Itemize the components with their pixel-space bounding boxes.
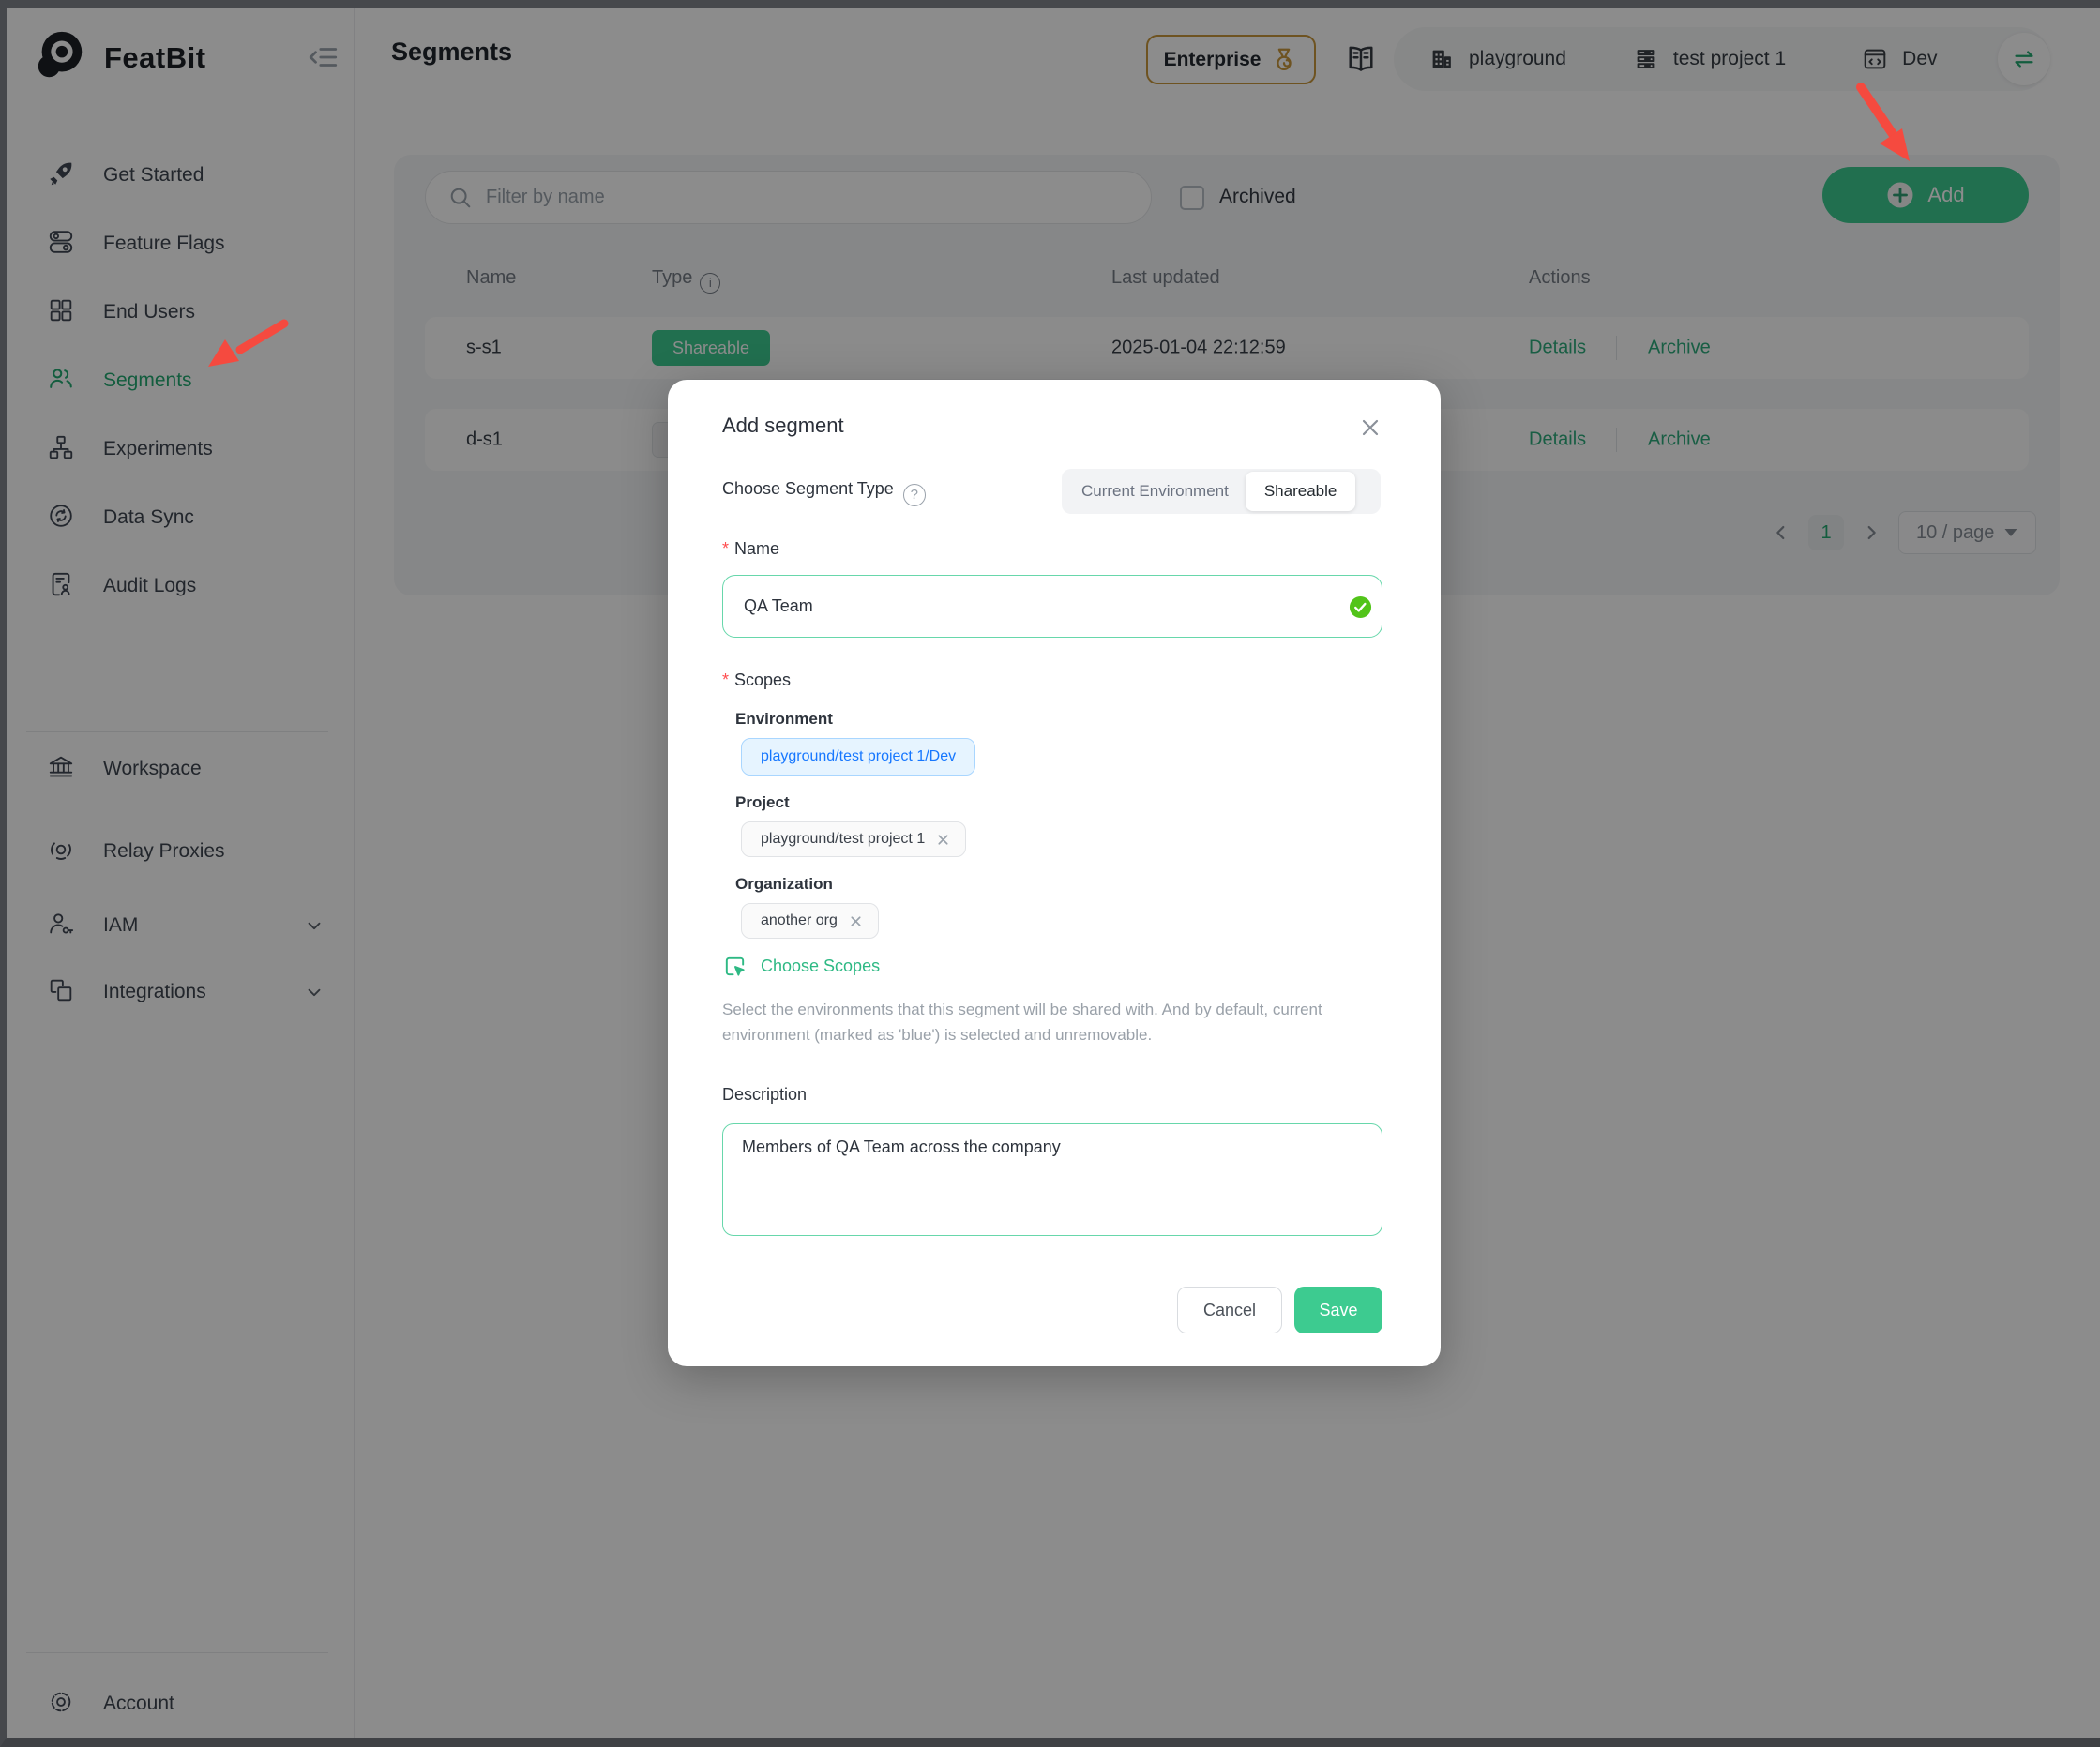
project-scope-tag: playground/test project 1 <box>741 821 966 857</box>
segment-name-input[interactable] <box>722 575 1382 638</box>
name-field-label: *Name <box>722 539 779 559</box>
organization-scope-label: Organization <box>735 875 833 894</box>
description-textarea[interactable]: Members of QA Team across the company <box>722 1123 1382 1236</box>
description-field-label: Description <box>722 1085 807 1105</box>
scopes-help-text: Select the environments that this segmen… <box>722 997 1379 1047</box>
choose-scopes-icon <box>722 954 748 979</box>
segment-type-toggle: Current Environment Shareable <box>1062 469 1381 514</box>
remove-tag-icon[interactable] <box>849 914 863 928</box>
segment-type-field-label: Choose Segment Type? <box>722 479 926 506</box>
remove-tag-icon[interactable] <box>936 833 950 847</box>
save-button[interactable]: Save <box>1294 1287 1382 1333</box>
segment-type-option-shareable[interactable]: Shareable <box>1246 472 1356 511</box>
segment-type-option-current-environment[interactable]: Current Environment <box>1065 472 1246 511</box>
close-icon[interactable] <box>1358 415 1382 444</box>
app-root: FeatBit Get Started Feature Flags End Us… <box>0 0 2100 1747</box>
choose-scopes-label: Choose Scopes <box>761 956 880 976</box>
environment-scope-tag: playground/test project 1/Dev <box>741 738 975 776</box>
modal-title: Add segment <box>722 414 844 438</box>
help-icon: ? <box>903 484 926 506</box>
choose-scopes-button[interactable]: Choose Scopes <box>722 954 880 979</box>
environment-scope-label: Environment <box>735 710 833 729</box>
required-marker: * <box>722 670 729 689</box>
add-segment-modal: Add segment Choose Segment Type? Current… <box>668 380 1441 1366</box>
organization-scope-tag: another org <box>741 903 879 939</box>
required-marker: * <box>722 539 729 558</box>
valid-check-icon <box>1349 595 1372 624</box>
cancel-button[interactable]: Cancel <box>1177 1287 1282 1333</box>
project-scope-label: Project <box>735 793 790 812</box>
scopes-field-label: *Scopes <box>722 670 791 690</box>
